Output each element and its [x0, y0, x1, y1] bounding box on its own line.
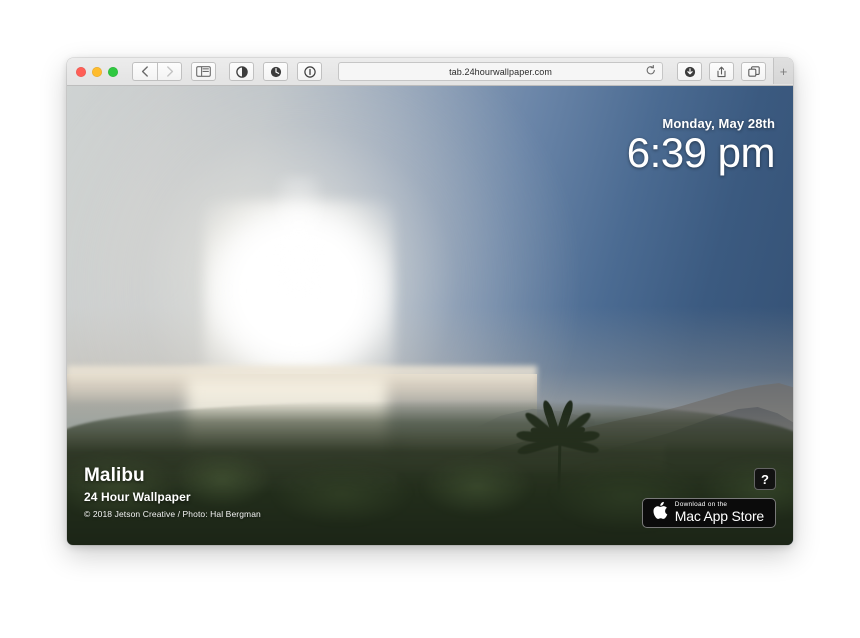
new-tab-button[interactable]: + [773, 58, 793, 84]
horizon-haze [67, 366, 537, 406]
info-icon [303, 65, 316, 78]
contrast-toggle-button[interactable] [229, 62, 254, 81]
show-all-tabs-button[interactable] [741, 62, 766, 81]
tabs-icon [747, 65, 760, 77]
screenshot-canvas: tab.24hourwallpaper.com + Monday, May 28… [0, 0, 860, 638]
wallpaper-credit: © 2018 Jetson Creative / Photo: Hal Berg… [84, 509, 261, 519]
chevron-right-icon [166, 66, 173, 77]
wallpaper-title: Malibu [84, 465, 145, 486]
back-button[interactable] [132, 62, 157, 81]
sidebar-toggle-button[interactable] [191, 62, 216, 81]
mac-app-store-badge[interactable]: Download on the Mac App Store [641, 498, 776, 528]
downloads-button[interactable] [677, 62, 702, 81]
sidebar-toggle-icon [196, 66, 211, 77]
minimize-window-button[interactable] [92, 66, 102, 77]
clock-button[interactable] [263, 62, 288, 81]
wallpaper-subtitle: 24 Hour Wallpaper [84, 490, 191, 504]
browser-toolbar: tab.24hourwallpaper.com + [67, 58, 793, 86]
clock-time: 6:39 pm [626, 129, 776, 176]
clock-overlay: Monday, May 28th 6:39 pm [626, 116, 776, 176]
safari-browser-window: tab.24hourwallpaper.com + Monday, May 28… [67, 58, 793, 545]
maximize-window-button[interactable] [108, 66, 118, 77]
sun-flare-spike [276, 176, 322, 296]
help-button[interactable]: ? [754, 468, 776, 490]
reload-button[interactable] [646, 63, 656, 81]
apple-logo-icon [652, 501, 668, 524]
address-bar-text: tab.24hourwallpaper.com [449, 66, 552, 77]
reload-icon [646, 64, 655, 74]
clock-icon [270, 66, 281, 77]
close-window-button[interactable] [76, 66, 86, 77]
chevron-left-icon [141, 66, 148, 77]
address-bar[interactable]: tab.24hourwallpaper.com [338, 62, 663, 81]
contrast-icon [235, 65, 248, 78]
wallpaper-page-content: Monday, May 28th 6:39 pm Malibu 24 Hour … [67, 86, 793, 545]
wallpaper-caption: Malibu 24 Hour Wallpaper © 2018 Jetson C… [84, 465, 261, 519]
info-button[interactable] [297, 62, 322, 81]
navigation-buttons [132, 62, 182, 81]
app-store-badge-text: Download on the Mac App Store [674, 501, 764, 524]
share-button[interactable] [709, 62, 734, 81]
extension-buttons [229, 62, 322, 81]
app-store-badge-big-text: Mac App Store [674, 507, 764, 524]
share-icon [717, 66, 726, 77]
toolbar-right-buttons [677, 62, 766, 81]
forward-button[interactable] [157, 62, 182, 81]
download-icon [684, 66, 695, 77]
window-traffic-lights [67, 66, 118, 77]
